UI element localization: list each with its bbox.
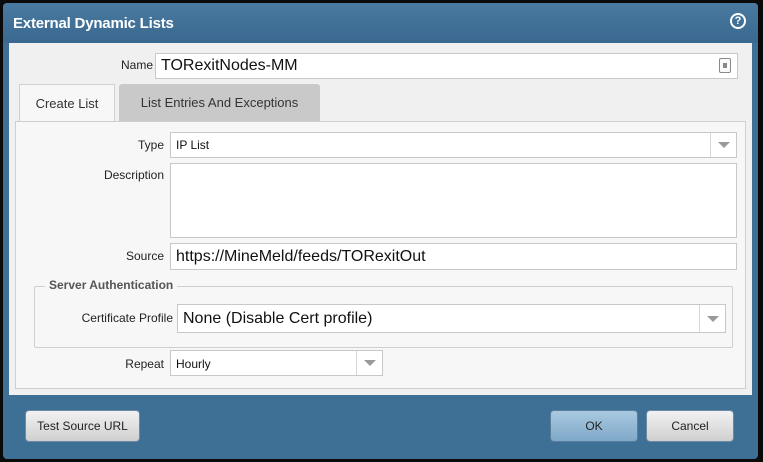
test-source-url-label: Test Source URL	[37, 419, 128, 433]
name-input[interactable]: TORexitNodes-MM	[155, 53, 738, 79]
tab-list-entries-label: List Entries And Exceptions	[140, 95, 299, 110]
cancel-button[interactable]: Cancel	[646, 410, 734, 442]
description-label: Description	[103, 168, 164, 182]
source-label: Source	[125, 249, 164, 263]
tab-create-list-label: Create List	[35, 96, 99, 111]
name-value: TORexitNodes-MM	[161, 57, 298, 74]
certificate-profile-dropdown-button[interactable]	[699, 305, 725, 332]
repeat-value: Hourly	[176, 357, 211, 371]
ok-label: OK	[585, 419, 603, 433]
description-textarea[interactable]	[170, 163, 737, 238]
server-authentication-group: Server Authentication Certificate Profil…	[34, 278, 733, 348]
dialog-title: External Dynamic Lists	[13, 15, 174, 32]
server-authentication-legend: Server Authentication	[45, 278, 178, 292]
certificate-profile-value: None (Disable Cert profile)	[183, 310, 373, 327]
lock-icon	[719, 58, 731, 73]
create-list-panel: Type IP List Description Source https://…	[15, 121, 746, 389]
certificate-profile-label: Certificate Profile	[81, 311, 173, 325]
source-value: https://MineMeld/feeds/TORexitOut	[176, 248, 426, 265]
type-dropdown-button[interactable]	[710, 133, 736, 157]
chevron-down-icon	[363, 360, 376, 366]
certificate-profile-select[interactable]: None (Disable Cert profile)	[177, 304, 726, 333]
chevron-down-icon	[706, 315, 719, 322]
help-icon[interactable]: ?	[730, 13, 746, 29]
test-source-url-button[interactable]: Test Source URL	[25, 410, 140, 442]
chevron-down-icon	[717, 142, 730, 148]
type-value: IP List	[176, 138, 210, 152]
cancel-label: Cancel	[671, 419, 709, 433]
repeat-dropdown-button[interactable]	[356, 351, 382, 375]
tab-list-entries-and-exceptions[interactable]: List Entries And Exceptions	[119, 84, 320, 122]
dialog-titlebar[interactable]: External Dynamic Lists ?	[3, 3, 758, 43]
tab-create-list[interactable]: Create List	[19, 84, 115, 122]
dialog-body: Name TORexitNodes-MM Create List List En…	[9, 43, 752, 395]
source-input[interactable]: https://MineMeld/feeds/TORexitOut	[170, 243, 737, 270]
type-select[interactable]: IP List	[170, 132, 737, 158]
type-label: Type	[137, 138, 164, 152]
repeat-select[interactable]: Hourly	[170, 350, 383, 376]
ok-button[interactable]: OK	[550, 410, 638, 442]
repeat-label: Repeat	[125, 357, 164, 371]
name-label: Name	[120, 58, 153, 72]
external-dynamic-lists-dialog: External Dynamic Lists ? Name TORexitNod…	[3, 3, 758, 459]
